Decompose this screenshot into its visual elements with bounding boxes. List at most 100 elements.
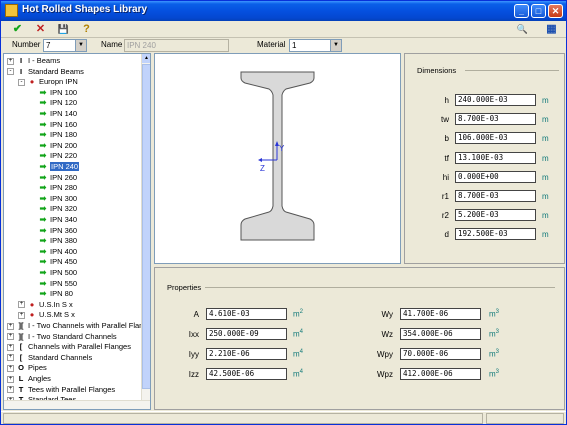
expand-icon[interactable]: + [7,375,14,383]
shape-arrow-icon: ➡ [39,119,47,129]
tree-item[interactable]: ➡ IPN 320 [29,203,77,214]
collapse-icon[interactable]: - [7,68,14,76]
collapse-icon[interactable]: - [18,78,25,86]
tree-item[interactable]: - ● Europn IPN [18,76,78,87]
tree-item-label: Standard Channels [28,352,93,362]
property-unit-base: m [293,329,300,339]
dimension-value[interactable]: 240.000E-03 [455,94,536,106]
tree-item[interactable]: + O Pipes [7,362,47,373]
tree-item[interactable]: ➡ IPN 140 [29,108,77,119]
tree-horizontal-scrollbar[interactable] [4,400,150,409]
tree-item[interactable]: + ● U.S.Mt S x [18,309,75,320]
dimension-unit: m [542,153,549,163]
shape-arrow-icon: ➡ [39,246,47,256]
tree-item[interactable]: ➡ IPN 400 [29,246,77,257]
property-value[interactable]: 250.000E-09 [206,328,287,340]
property-unit-exponent: 4 [299,349,304,355]
tree-item[interactable]: + I I - Beams [7,55,60,66]
cancel-icon[interactable]: ✕ [33,22,48,37]
tree-vertical-scrollbar[interactable]: ▲ ▼ [141,54,150,409]
property-value[interactable]: 412.000E-06 [400,368,481,380]
dimension-label: d [444,230,449,240]
expand-icon[interactable]: + [18,301,25,309]
tree-item[interactable]: ➡ IPN 500 [29,267,77,278]
section-type-icon: [ [19,342,23,352]
tree-item[interactable]: ➡ IPN 450 [29,256,77,267]
tree-item[interactable]: + [Standard Channels [7,352,92,363]
search-icon[interactable]: 🔍 [515,22,530,37]
tree-item[interactable]: ➡ IPN 360 [29,225,77,236]
save-icon[interactable]: 💾 [56,22,71,37]
expand-icon[interactable]: + [7,322,14,330]
dimension-label: h [444,96,449,105]
tree-item[interactable]: ➡ IPN 80 [29,288,73,299]
property-value[interactable]: 42.500E-06 [206,368,287,380]
tree-item-label: IPN 180 [50,130,78,140]
tree-item[interactable]: ➡ IPN 160 [29,119,77,130]
expand-icon[interactable]: + [7,364,14,372]
tree-item-label: IPN 240 [50,162,80,171]
dimension-value[interactable]: 8.700E-03 [455,190,536,202]
dimension-value[interactable]: 106.000E-03 [455,132,536,145]
shape-arrow-icon: ➡ [39,193,47,203]
tree-item-label: Angles [28,374,51,383]
tree-item[interactable]: ➡ IPN 260 [29,172,77,183]
property-value[interactable]: 4.610E-03 [206,308,287,320]
expand-icon[interactable]: + [7,386,14,394]
tree-item[interactable]: ➡ IPN 280 [29,182,77,193]
tree-item[interactable]: ➡ IPN 200 [29,140,77,151]
scroll-thumb[interactable] [142,64,150,389]
tree-item[interactable]: ➡ IPN 180 [29,129,77,140]
dimension-value[interactable]: 13.100E-03 [455,151,536,164]
tree-item-label: IPN 450 [50,257,78,267]
title-bar[interactable]: Hot Rolled Shapes Library _ □ ✕ [1,1,566,21]
tree-item[interactable]: ➡ IPN 380 [29,235,77,246]
tree-item[interactable]: ➡ IPN 340 [29,214,77,225]
app-icon [5,4,18,17]
export-icon[interactable]: ▦ [544,22,559,37]
ok-icon[interactable]: ✔ [10,22,25,37]
tree-item[interactable]: +][I - Two Standard Channels [7,331,117,342]
property-unit: m3 [489,369,499,379]
chevron-down-icon[interactable]: ▼ [330,40,341,51]
number-select[interactable]: 7 ▼ [43,39,87,52]
shapes-tree[interactable]: + I I - Beams - I Standard Beams - ● Europn IPN ➡… [3,53,151,410]
expand-icon[interactable]: + [18,311,25,319]
tree-item[interactable]: ➡ IPN 100 [29,87,77,98]
expand-icon[interactable]: + [7,354,14,362]
expand-icon[interactable]: + [7,343,14,351]
close-button[interactable]: ✕ [548,4,563,18]
expand-icon[interactable]: + [7,57,14,65]
tree-item[interactable]: + T Tees with Parallel Flanges [7,384,115,395]
tree-item[interactable]: - I Standard Beams [7,66,84,77]
tree-item[interactable]: ➡ IPN 550 [29,278,77,289]
tree-item[interactable]: ➡ IPN 120 [29,97,77,108]
scroll-up-icon[interactable]: ▲ [142,54,150,63]
dimension-value[interactable]: 192.500E-03 [455,228,536,241]
dimension-value[interactable]: 5.200E-03 [455,209,536,222]
tree-item[interactable]: + [Channels with Parallel Flanges [7,341,131,352]
y-axis-label: Y [279,144,285,153]
expand-icon[interactable]: + [7,333,14,341]
tree-item[interactable]: + ● U.S.In S x [18,299,73,310]
tree-item[interactable]: +][I - Two Channels with Parallel Flange… [7,320,150,331]
help-icon[interactable]: ? [79,22,94,37]
minimize-button[interactable]: _ [514,4,529,18]
tree-item[interactable]: + L Angles [7,373,51,384]
property-value[interactable]: 2.210E-06 [206,348,287,360]
property-value[interactable]: 41.700E-06 [400,308,481,320]
dimension-label: tf [444,153,449,163]
tree-item[interactable]: ➡ IPN 240 [29,161,80,172]
dimension-value[interactable]: 0.000E+00 [455,170,536,183]
material-select[interactable]: 1 ▼ [289,39,342,52]
maximize-button[interactable]: □ [531,4,546,18]
number-value: 7 [46,41,51,50]
dimension-value[interactable]: 8.700E-03 [455,113,536,126]
chevron-down-icon[interactable]: ▼ [75,40,86,51]
property-value[interactable]: 354.000E-06 [400,328,481,340]
property-value[interactable]: 70.000E-06 [400,348,481,360]
tree-item[interactable]: ➡ IPN 220 [29,150,77,161]
field-bar: Number 7 ▼ Name IPN 240 Material 1 ▼ [1,38,566,53]
tree-item[interactable]: ➡ IPN 300 [29,193,77,204]
shape-arrow-icon: ➡ [39,236,47,246]
